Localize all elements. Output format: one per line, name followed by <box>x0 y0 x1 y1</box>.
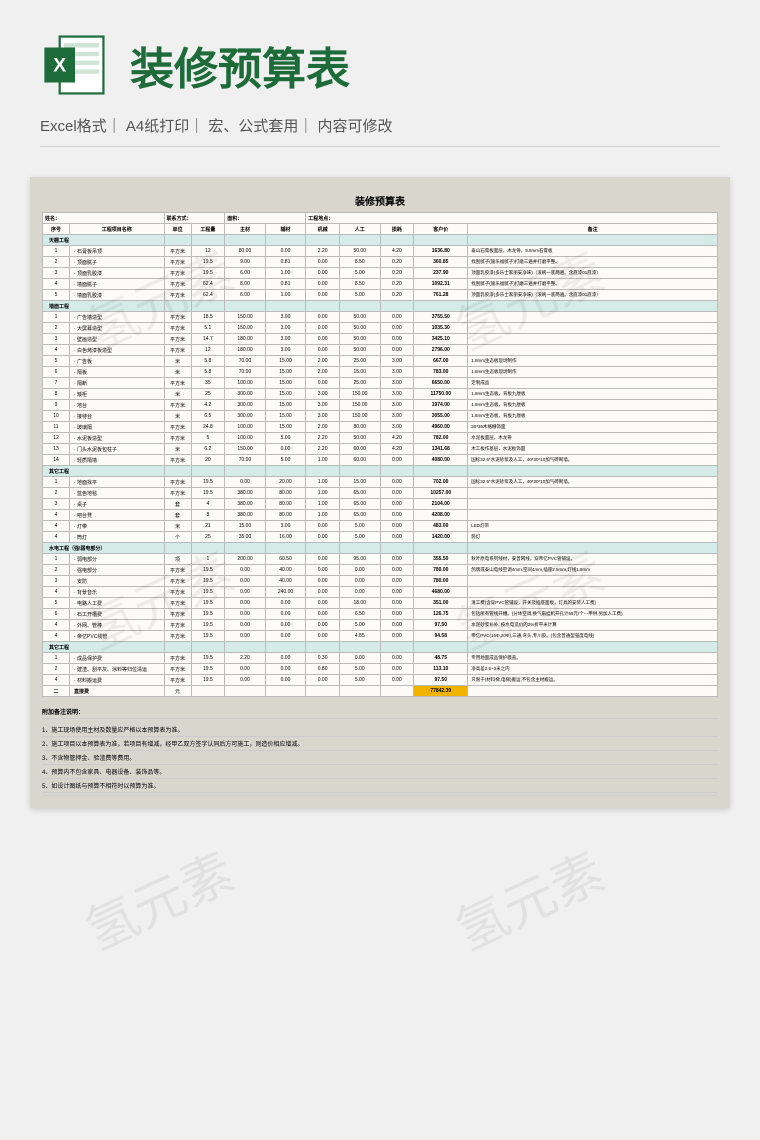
note-line: 4、预算内不包含家具、电器设备、装饰品等。 <box>42 765 718 779</box>
col-header: 人工 <box>340 224 381 235</box>
table-row: 13· 门头水泥板包柱子米6.2150.000.002.2060.004.201… <box>43 444 718 455</box>
excel-icon: X <box>40 30 110 100</box>
table-row: 2· 蓝色地毯平方米19.5380.0080.001.0065.000.0010… <box>43 488 718 499</box>
budget-table: 姓名： 联系方式： 面积： 工程地点： 序号工程项目名称单位工程量主材辅材机械人… <box>42 212 718 697</box>
table-row: 4· 吧台凳套8380.0080.001.0065.000.004208.00 <box>43 510 718 521</box>
svg-text:X: X <box>53 55 66 77</box>
table-row: 1· 成品保护费平方米19.52.200.000.300.000.0048.75… <box>43 653 718 664</box>
table-row: 3· 桌子套4380.0080.001.0065.000.002104.00 <box>43 499 718 510</box>
table-row: 14· 轻质隔墙平方米2070.005.001.0060.000.004080.… <box>43 455 718 466</box>
table-row: 10· 接待台米6.5300.0015.003.00150.003.003055… <box>43 411 718 422</box>
table-row: 6· 隔板米5.870.0015.002.0015.003.00783.001.… <box>43 367 718 378</box>
page-header: X 装修预算表 <box>0 0 760 115</box>
watermark: 氢元素 <box>441 831 614 965</box>
col-header: 备注 <box>468 224 718 235</box>
col-header: 客户价 <box>414 224 468 235</box>
info-row: 姓名： 联系方式： 面积： 工程地点： <box>43 213 718 224</box>
table-row: 6· 石工开槽费平方米19.50.000.000.006.500.00126.7… <box>43 609 718 620</box>
table-row: 4· 筒灯个2535.0016.000.005.000.001420.00筒灯 <box>43 532 718 543</box>
table-row: 5· 墙面乳胶漆平方米62.46.001.000.005.000.20761.2… <box>43 290 718 301</box>
note-line: 1、施工现场使用主材及数量应严格以本预算表为准。 <box>42 723 718 737</box>
table-row: 1· 广告墙造型平方米18.5150.003.000.0050.000.0037… <box>43 312 718 323</box>
table-row: 8· 矮柜米25300.0015.003.00150.003.0011750.0… <box>43 389 718 400</box>
col-header: 损耗 <box>380 224 414 235</box>
table-row: 4· 外网、管棒平方米19.50.000.000.005.000.0097.50… <box>43 620 718 631</box>
col-header: 工程量 <box>191 224 225 235</box>
col-header: 单位 <box>164 224 191 235</box>
table-row: 2· 大屏幕造型平方米5.1150.003.000.0050.000.00103… <box>43 323 718 334</box>
section-header: 其它工程 <box>43 642 165 653</box>
section-header: 天棚工程 <box>43 235 165 246</box>
section-header: 墙面工程 <box>43 301 165 312</box>
table-row: 7· 隔断平方米35100.0015.000.0025.003.006650.0… <box>43 378 718 389</box>
divider <box>40 146 720 147</box>
col-header: 工程项目名称 <box>70 224 165 235</box>
notes-block: 附加备注说明： 1、施工现场使用主材及数量应严格以本预算表为准。2、施工项目以本… <box>42 705 718 796</box>
table-row: 4· 灯带米2115.003.000.005.000.00483.00LED灯带 <box>43 521 718 532</box>
table-row: 4· 材料搬运费平方米19.50.000.000.005.000.0097.50… <box>43 675 718 686</box>
table-row: 2· 建渣、刮平灰、涂料等归位清运平方米19.50.000.000.805.00… <box>43 664 718 675</box>
spreadsheet-preview: 装修预算表 姓名： 联系方式： 面积： 工程地点： 序号工程项目名称单位工程量主… <box>30 177 730 808</box>
section-header: 其它工程 <box>43 466 165 477</box>
page-title: 装修预算表 <box>130 33 350 97</box>
table-row: 4· 墙面腻子平方米62.48.000.810.008.500.201092.3… <box>43 279 718 290</box>
section-header: 水电工程（强\弱电部分） <box>43 543 165 554</box>
table-row: 1· 地面找平平方米19.50.0020.001.0015.000.00702.… <box>43 477 718 488</box>
table-row: 2· 强电部分平方米19.50.0040.000.000.000.00780.0… <box>43 565 718 576</box>
col-header: 主材 <box>225 224 266 235</box>
note-line: 3、不含物管押金、验渣费等费用。 <box>42 751 718 765</box>
table-row: 3· 安防平方米19.50.0040.000.000.000.00780.00 <box>43 576 718 587</box>
col-header: 序号 <box>43 224 70 235</box>
column-headers: 序号工程项目名称单位工程量主材辅材机械人工损耗客户价备注 <box>43 224 718 235</box>
table-row: 2· 顶面腻子平方米19.59.000.810.008.500.20360.85… <box>43 257 718 268</box>
sheet-title: 装修预算表 <box>42 189 718 212</box>
table-row: 11· 玻璃隔平方米24.8100.0015.002.0080.003.0049… <box>43 422 718 433</box>
total-row: 二 直接费 元 77842.39 <box>43 686 718 697</box>
table-row: 1· 石膏板吊顶平方米1280.000.002.2050.004.201636.… <box>43 246 718 257</box>
grand-total: 77842.39 <box>414 686 468 697</box>
col-header: 辅材 <box>265 224 306 235</box>
table-row: 4· 帝亿PVC线管平方米19.50.000.000.004.850.0094.… <box>43 631 718 642</box>
table-row: 3· 壁画造型平方米14.7180.003.000.0050.000.00342… <box>43 334 718 345</box>
table-row: 1· 弱电部分项1200.0060.500.0095.000.00355.50秋… <box>43 554 718 565</box>
note-line: 2、施工项目以本预算表为准，若项目有增减，经甲乙双方签字认同后方可施工，则造价相… <box>42 737 718 751</box>
table-row: 12· 水泥板造型平方米5100.005.002.2050.004.20782.… <box>43 433 718 444</box>
table-row: 5· 电路人工费平方米19.50.000.000.0018.000.00351.… <box>43 598 718 609</box>
col-header: 机械 <box>306 224 340 235</box>
table-row: 5· 广告板米5.870.0015.002.0025.003.00667.001… <box>43 356 718 367</box>
table-row: 4· 白色烤漆板造型平方米12180.003.000.0050.000.0027… <box>43 345 718 356</box>
note-line: 5、如设计图纸与预算不相符时以预算为准。 <box>42 779 718 793</box>
table-row: 9· 地台平方米4.2300.0015.003.00150.003.001974… <box>43 400 718 411</box>
watermark: 氢元素 <box>71 831 244 965</box>
table-row: 4· 背景音乐平方米19.50.00240.000.000.000.004680… <box>43 587 718 598</box>
meta-info: Excel格式｜ A4纸打印｜ 宏、公式套用｜ 内容可修改 <box>0 115 760 146</box>
table-row: 3· 顶面乳胶漆平方米19.56.001.000.005.000.20237.9… <box>43 268 718 279</box>
